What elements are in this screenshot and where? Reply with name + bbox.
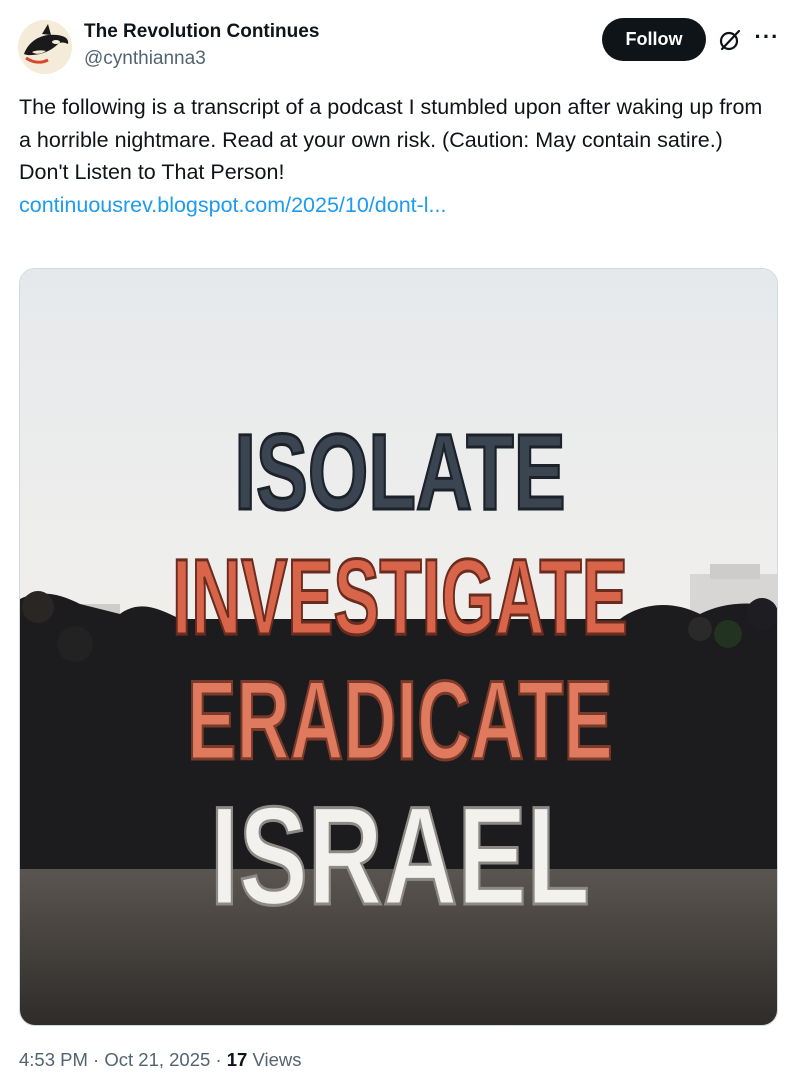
tweet-header: The Revolution Continues @cynthianna3 Fo… [18, 18, 782, 74]
media-word-2: INVESTIGATE [172, 538, 628, 658]
tweet-body: The following is a transcript of a podca… [19, 91, 779, 221]
grok-icon[interactable] [718, 28, 742, 52]
tweet-text-line-1: The following is a transcript of a podca… [19, 95, 763, 152]
meta-separator: · [215, 1049, 222, 1070]
media-word-3: ERADICATE [187, 659, 613, 784]
orca-avatar[interactable] [18, 20, 72, 74]
tweet-image[interactable]: ISOLATE INVESTIGATE ERADICATE ISRAEL [19, 268, 778, 1026]
media-word-4: ISRAEL [210, 779, 590, 935]
views-count: 17 [226, 1049, 248, 1070]
tweet-date[interactable]: Oct 21, 2025 [104, 1049, 210, 1070]
author-display-name[interactable]: The Revolution Continues [84, 21, 319, 43]
tweet-link[interactable]: continuousrev.blogspot.com/2025/10/dont-… [19, 189, 446, 222]
meta-separator: · [93, 1049, 100, 1070]
tweet-text-line-2: Don't Listen to That Person! [19, 160, 285, 184]
views-label: Views [252, 1049, 302, 1070]
media-word-1: ISOLATE [234, 411, 565, 532]
more-options-icon[interactable]: ··· [754, 26, 780, 52]
tweet-time[interactable]: 4:53 PM [19, 1049, 88, 1070]
author-handle[interactable]: @cynthianna3 [84, 48, 206, 70]
follow-button[interactable]: Follow [602, 18, 706, 61]
tweet-meta: 4:53 PM · Oct 21, 2025 · 17 Views [19, 1049, 301, 1071]
